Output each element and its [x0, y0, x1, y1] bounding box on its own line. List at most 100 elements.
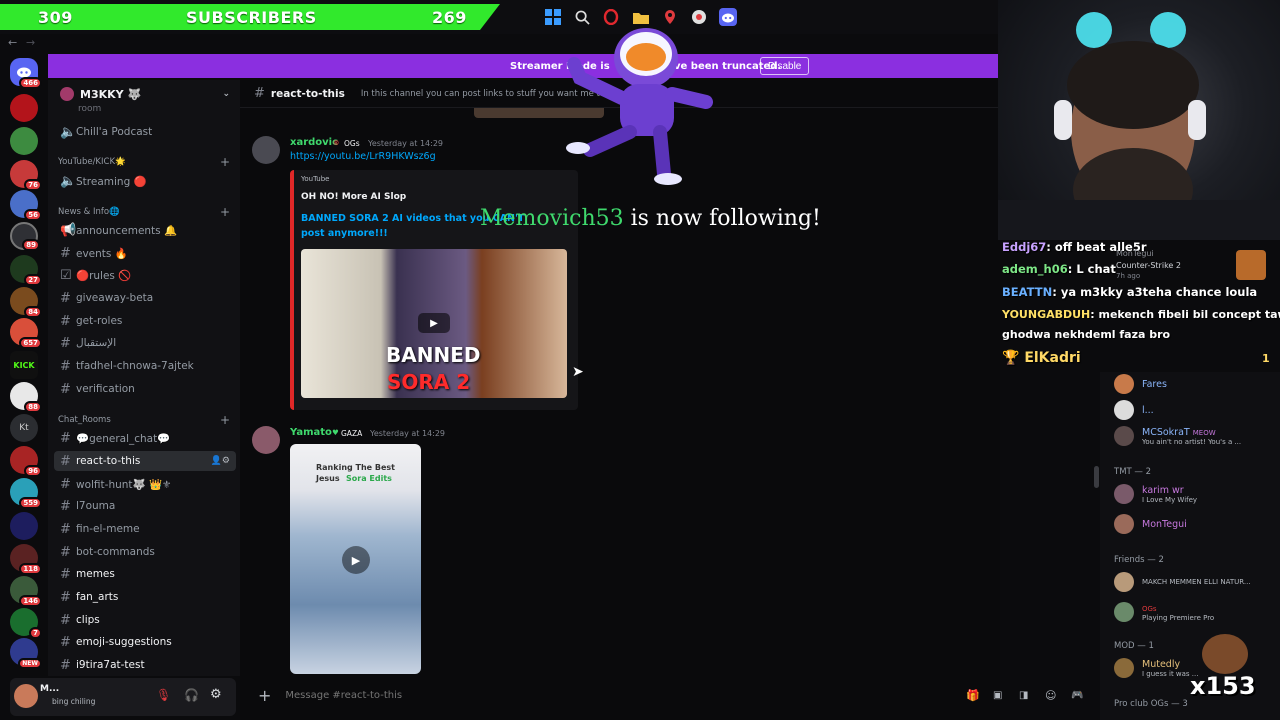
- cheer-emote: [1202, 634, 1248, 674]
- channel-item[interactable]: # fan_arts: [54, 587, 236, 607]
- server-icon[interactable]: 56: [10, 190, 42, 221]
- mute-mic-icon[interactable]: 🎙: [156, 688, 171, 702]
- category-label[interactable]: YouTube/KICK🌟: [58, 157, 126, 167]
- channel-item[interactable]: # giveaway-beta: [54, 288, 236, 308]
- add-channel-icon[interactable]: +: [220, 413, 230, 427]
- channel-item[interactable]: # verification: [54, 379, 236, 399]
- member-item[interactable]: karim wr I Love My Wifey: [1114, 484, 1197, 504]
- play-icon[interactable]: ▶: [342, 546, 370, 574]
- server-icon[interactable]: 27: [10, 255, 42, 286]
- gift-icon[interactable]: 🎁: [966, 689, 980, 702]
- category-label[interactable]: Chat_Rooms: [58, 415, 111, 425]
- server-icon[interactable]: 7: [10, 608, 42, 639]
- server-icon[interactable]: 118: [10, 544, 42, 575]
- settings-gear-icon[interactable]: 👤⚙: [211, 456, 230, 466]
- add-attachment-icon[interactable]: +: [258, 686, 271, 705]
- channel-item[interactable]: # الإستقبال: [54, 333, 236, 353]
- channel-item[interactable]: 🔈 Chill'a Podcast: [54, 122, 236, 142]
- avatar: [1114, 658, 1134, 678]
- member-item[interactable]: MonTegui: [1114, 514, 1187, 534]
- member-item[interactable]: OGs Playing Premiere Pro: [1114, 602, 1214, 622]
- server-icon[interactable]: 657: [10, 318, 42, 349]
- channel-item[interactable]: # fin-el-meme: [54, 519, 236, 539]
- channel-item[interactable]: # bot-commands: [54, 542, 236, 562]
- add-channel-icon[interactable]: +: [220, 205, 230, 219]
- member-item[interactable]: l...: [1114, 400, 1154, 420]
- server-icon[interactable]: [10, 127, 38, 155]
- play-icon[interactable]: ▶: [418, 313, 450, 333]
- channel-item[interactable]: 🔈 Streaming 🔴: [54, 171, 236, 191]
- server-icon[interactable]: NEW: [10, 638, 42, 669]
- hash-icon: #: [254, 86, 265, 101]
- channel-item[interactable]: # get-roles: [54, 311, 236, 331]
- role-badge-icon: ♥: [332, 428, 339, 437]
- hash-icon: #: [60, 566, 71, 582]
- server-icon[interactable]: 88: [10, 382, 42, 413]
- forward-arrow-icon[interactable]: →: [26, 36, 35, 49]
- server-badge: NEW: [18, 658, 42, 669]
- chevron-down-icon[interactable]: ⌄: [222, 89, 230, 99]
- server-icon[interactable]: 96: [10, 446, 42, 477]
- member-item[interactable]: Fares: [1114, 374, 1167, 394]
- server-icon[interactable]: [10, 94, 38, 122]
- member-item[interactable]: MAKCH MEMMEN ELLI NATUR...: [1114, 572, 1251, 592]
- message-author[interactable]: xardovic: [290, 137, 338, 148]
- video-attachment[interactable]: Ranking The Best Jesus Sora Edits ▶: [290, 444, 421, 674]
- server-icon[interactable]: 84: [10, 287, 42, 318]
- apps-icon[interactable]: 🎮: [1071, 690, 1083, 701]
- user-panel: M... bing chiling 🎙 🎧 ⚙: [10, 678, 236, 716]
- avatar[interactable]: [252, 136, 280, 164]
- channel-item[interactable]: ☑ 🔴rules 🚫: [54, 265, 236, 285]
- back-arrow-icon[interactable]: ←: [8, 36, 17, 49]
- message-link[interactable]: https://youtu.be/LrR9HKWsz6g: [290, 151, 436, 162]
- server-icon[interactable]: Kt: [10, 414, 38, 442]
- channel-item[interactable]: # l7ouma: [54, 496, 236, 516]
- kick-server-icon[interactable]: KICK: [10, 351, 38, 379]
- server-icon[interactable]: 89: [10, 222, 40, 251]
- hash-icon: #: [60, 453, 71, 469]
- avatar[interactable]: [252, 426, 280, 454]
- server-icon[interactable]: 559: [10, 478, 42, 509]
- avatar[interactable]: [14, 684, 38, 708]
- category-label[interactable]: News & Info🌐: [58, 207, 120, 217]
- sticker-icon[interactable]: ◨: [1019, 690, 1028, 701]
- rules-icon: ☑: [60, 267, 72, 283]
- webcam-image: [998, 12, 1280, 240]
- message-input[interactable]: [285, 689, 786, 701]
- user-settings-icon[interactable]: ⚙: [210, 687, 222, 702]
- message-author[interactable]: Yamato: [290, 427, 332, 438]
- server-icon[interactable]: [10, 512, 38, 540]
- member-item[interactable]: Mutedly I guess it was ...: [1114, 658, 1198, 678]
- direct-messages-button[interactable]: 466: [10, 58, 42, 89]
- subscriber-goal: 269: [432, 7, 467, 27]
- channel-item[interactable]: # memes: [54, 564, 236, 584]
- server-badge: 56: [24, 209, 42, 221]
- channel-item[interactable]: # 💬general_chat💬: [54, 428, 236, 448]
- channel-item[interactable]: # clips: [54, 610, 236, 630]
- channel-item-active[interactable]: # react-to-this 👤⚙: [54, 451, 236, 471]
- server-badge: 118: [19, 563, 42, 575]
- avatar: [1114, 514, 1134, 534]
- channel-item[interactable]: # wolfit-hunt🐺 👑⚜: [54, 474, 236, 494]
- embed-author[interactable]: OH NO! More AI Slop: [301, 192, 406, 202]
- add-channel-icon[interactable]: +: [220, 155, 230, 169]
- gif-icon[interactable]: ▣: [993, 690, 1002, 701]
- video-thumbnail[interactable]: BANNED SORA 2 ▶: [301, 249, 567, 398]
- disable-streamer-mode-button[interactable]: Disable: [760, 57, 810, 75]
- role-badge: OGs: [344, 139, 360, 148]
- deafen-icon[interactable]: 🎧: [184, 688, 199, 702]
- server-header[interactable]: M3KKY 🐺 ⌄: [48, 80, 240, 108]
- channel-item[interactable]: 📢 announcements 🔔: [54, 220, 236, 240]
- server-icon[interactable]: 76: [10, 160, 42, 191]
- member-group-header: Pro club OGs — 3: [1114, 699, 1188, 709]
- channel-item[interactable]: # events 🔥: [54, 243, 236, 263]
- hash-icon: #: [60, 476, 71, 492]
- scrollbar[interactable]: [1094, 466, 1099, 488]
- channel-item[interactable]: # tfadhel-chnowa-7ajtek: [54, 356, 236, 376]
- server-badge: 466: [19, 77, 42, 89]
- channel-item[interactable]: # i9tira7at-test: [54, 655, 236, 675]
- server-icon[interactable]: 146: [10, 576, 42, 607]
- member-item[interactable]: MCSokraT MEOW You ain't no artist! You's …: [1114, 426, 1241, 446]
- channel-item[interactable]: # emoji-suggestions: [54, 632, 236, 652]
- emoji-icon[interactable]: ☺: [1045, 689, 1056, 702]
